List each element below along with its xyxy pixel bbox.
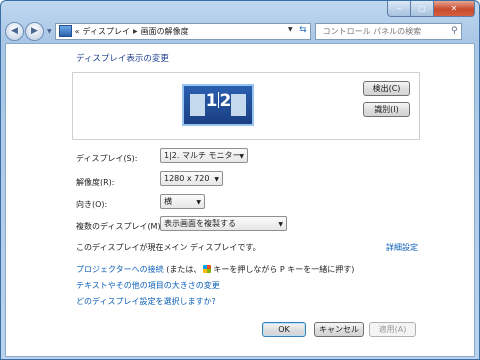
resolution-select[interactable]: 1280 x 720 ▼ bbox=[160, 171, 223, 186]
breadcrumb-display[interactable]: ディスプレイ bbox=[83, 26, 130, 37]
resolution-label: 解像度(R): bbox=[76, 178, 115, 187]
orientation-select-value: 横 bbox=[164, 197, 172, 206]
chevron-down-icon: ▼ bbox=[196, 199, 201, 206]
control-panel-window: ‒ □ ✕ ◀ ▶ ▼ « ディスプレイ ▶ 画面の解像度 ▼ ⇆ ⚲ ディスプ… bbox=[0, 0, 480, 360]
text-size-link[interactable]: テキストやその他の項目の大きさの変更 bbox=[76, 280, 220, 291]
monitor-number-1: 1 bbox=[205, 91, 218, 111]
recent-pages-dropdown-icon[interactable]: ▼ bbox=[47, 28, 52, 35]
search-box[interactable]: ⚲ bbox=[314, 22, 462, 40]
back-button[interactable]: ◀ bbox=[5, 21, 24, 41]
multiple-displays-select[interactable]: 表示画面を複製する ▼ bbox=[160, 216, 287, 231]
control-panel-icon bbox=[58, 25, 72, 37]
content-pane: ディスプレイ表示の変更 12 検出(C) 識別(I) ディスプレイ(S): 1|… bbox=[5, 43, 475, 357]
navigation-row: ◀ ▶ ▼ « ディスプレイ ▶ 画面の解像度 ▼ ⇆ ⚲ bbox=[5, 19, 477, 43]
chevron-down-icon: ▼ bbox=[214, 176, 219, 183]
display-select-value: 1|2. マルチ モニター bbox=[164, 151, 241, 160]
cancel-button[interactable]: キャンセル bbox=[314, 322, 364, 337]
window-controls: ‒ □ ✕ bbox=[387, 1, 475, 17]
orientation-select[interactable]: 横 ▼ bbox=[160, 194, 205, 209]
forward-button[interactable]: ▶ bbox=[25, 21, 44, 41]
projector-hint-suffix: キーを押しながら P キーを一緒に押す) bbox=[213, 265, 355, 274]
projector-hint-prefix: (または、 bbox=[163, 265, 202, 274]
resolution-select-value: 1280 x 720 bbox=[164, 174, 210, 183]
main-display-status: このディスプレイが現在メイン ディスプレイです。 bbox=[76, 243, 261, 252]
projector-link[interactable]: プロジェクターへの接続 bbox=[76, 265, 164, 274]
windows-logo-icon bbox=[203, 265, 212, 273]
back-arrow-icon: ◀ bbox=[11, 26, 18, 36]
multiple-displays-label: 複数のディスプレイ(M): bbox=[76, 222, 164, 231]
breadcrumb-overflow-icon[interactable]: « bbox=[75, 27, 80, 36]
page-title: ディスプレイ表示の変更 bbox=[76, 54, 169, 64]
monitor-1-2-icon[interactable]: 12 bbox=[182, 84, 254, 126]
chevron-down-icon: ▼ bbox=[278, 221, 283, 228]
monitor-number-label: 12 bbox=[184, 91, 252, 111]
address-dropdown-icon[interactable]: ▼ bbox=[288, 26, 293, 33]
display-select[interactable]: 1|2. マルチ モニター ▼ bbox=[160, 148, 248, 163]
chevron-down-icon: ▼ bbox=[239, 153, 244, 160]
maximize-button[interactable]: □ bbox=[411, 1, 434, 17]
search-icon[interactable]: ⚲ bbox=[451, 26, 458, 36]
identify-button[interactable]: 識別(I) bbox=[363, 102, 410, 117]
apply-button[interactable]: 適用(A) bbox=[369, 322, 416, 337]
close-button[interactable]: ✕ bbox=[434, 1, 475, 17]
search-input[interactable] bbox=[320, 25, 443, 37]
monitor-number-divider bbox=[217, 92, 219, 108]
breadcrumb-separator-icon[interactable]: ▶ bbox=[133, 28, 138, 35]
projector-row: プロジェクターへの接続 (または、 キーを押しながら P キーを一緒に押す) bbox=[76, 264, 354, 275]
minimize-button[interactable]: ‒ bbox=[387, 1, 411, 17]
which-settings-link[interactable]: どのディスプレイ設定を選択しますか? bbox=[76, 296, 216, 307]
multiple-displays-select-value: 表示画面を複製する bbox=[164, 219, 236, 228]
monitor-number-2: 2 bbox=[219, 91, 232, 111]
detect-button[interactable]: 検出(C) bbox=[363, 81, 410, 96]
refresh-icon[interactable]: ⇆ bbox=[299, 25, 307, 35]
ok-button[interactable]: OK bbox=[262, 322, 306, 337]
breadcrumb-resolution[interactable]: 画面の解像度 bbox=[141, 26, 189, 37]
address-bar[interactable]: « ディスプレイ ▶ 画面の解像度 ▼ ⇆ bbox=[54, 22, 311, 40]
orientation-label: 向き(O): bbox=[76, 200, 108, 209]
display-preview-area: 12 検出(C) 識別(I) bbox=[72, 72, 420, 140]
forward-arrow-icon: ▶ bbox=[31, 26, 38, 36]
advanced-settings-link[interactable]: 詳細設定 bbox=[386, 242, 418, 253]
display-label: ディスプレイ(S): bbox=[76, 154, 138, 163]
title-bar: ‒ □ ✕ ◀ ▶ ▼ « ディスプレイ ▶ 画面の解像度 ▼ ⇆ ⚲ bbox=[1, 1, 479, 41]
